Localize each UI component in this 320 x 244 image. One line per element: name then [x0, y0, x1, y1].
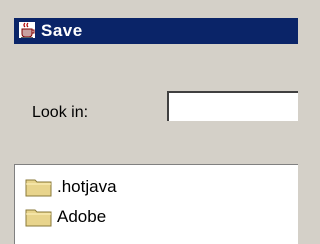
file-name: Adobe	[57, 207, 107, 226]
file-name: .hotjava	[57, 177, 117, 196]
title-bar[interactable]: Save	[14, 18, 298, 44]
save-dialog: Save Look in: .hotjava Adobe	[0, 0, 298, 244]
look-in-label: Look in:	[32, 104, 89, 121]
folder-icon	[25, 179, 52, 197]
look-in-combobox[interactable]	[167, 91, 298, 121]
java-cup-icon	[19, 22, 35, 38]
folder-icon	[25, 209, 52, 227]
file-list[interactable]: .hotjava Adobe	[14, 164, 298, 244]
dialog-title: Save	[41, 21, 83, 40]
